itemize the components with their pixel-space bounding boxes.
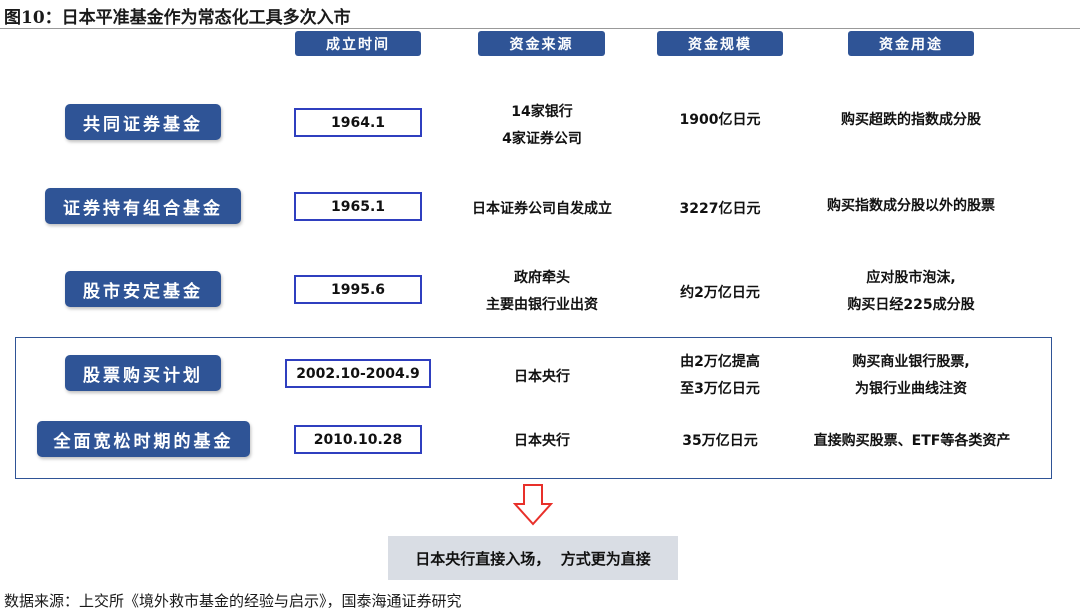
fund-usage-cell: 购买商业银行股票, 为银行业曲线注资 [800, 349, 1022, 403]
fund-scale-cell: 由2万亿提高 至3万亿日元 [620, 349, 820, 403]
fund-date-box: 1964.1 [294, 108, 422, 137]
fund-source-cell: 日本证券公司自发成立 [442, 196, 642, 223]
fund-scale-cell: 1900亿日元 [620, 107, 820, 134]
fund-source-line: 日本央行 [514, 433, 570, 449]
fund-scale-line: 1900亿日元 [679, 112, 761, 128]
fund-scale-line: 至3万亿日元 [680, 381, 760, 397]
fund-source-line: 日本证券公司自发成立 [472, 201, 612, 217]
down-arrow-icon [513, 484, 553, 526]
fund-name-pill: 股市安定基金 [65, 271, 221, 307]
fund-usage-cell: 购买超跌的指数成分股 [800, 107, 1022, 134]
fund-scale-cell: 约2万亿日元 [620, 280, 820, 307]
header-usage: 资金用途 [848, 31, 974, 56]
fund-source-line: 4家证券公司 [502, 131, 582, 147]
fund-usage-line: 购买商业银行股票, [852, 354, 970, 370]
fund-usage-cell: 直接购买股票、ETF等各类资产 [790, 428, 1034, 455]
fund-source-cell: 14家银行 4家证券公司 [442, 99, 642, 153]
header-funding-source: 资金来源 [478, 31, 605, 56]
fund-name-pill: 证券持有组合基金 [45, 188, 241, 224]
fund-usage-line: 为银行业曲线注资 [855, 381, 967, 397]
fund-usage-line: 应对股市泡沫, [866, 270, 956, 286]
fund-usage-line: 购买超跌的指数成分股 [841, 112, 981, 128]
title-divider [0, 28, 1080, 29]
header-date: 成立时间 [295, 31, 421, 56]
fund-scale-line: 约2万亿日元 [680, 285, 760, 301]
figure-source: 数据来源：上交所《境外救市基金的经验与启示》，国泰海通证券研究 [4, 592, 462, 610]
fund-usage-cell: 应对股市泡沫, 购买日经225成分股 [800, 265, 1022, 319]
fund-date-box: 1995.6 [294, 275, 422, 304]
fund-usage-line: 购买指数成分股以外的股票 [827, 198, 995, 214]
fund-name-pill: 全面宽松时期的基金 [37, 421, 250, 457]
fund-date-box: 1965.1 [294, 192, 422, 221]
fund-source-line: 14家银行 [511, 104, 573, 120]
fund-usage-cell: 购买指数成分股以外的股票 [800, 193, 1022, 220]
fund-name-pill: 股票购买计划 [65, 355, 221, 391]
header-scale: 资金规模 [657, 31, 783, 56]
fund-date-box: 2010.10.28 [294, 425, 422, 454]
fund-scale-line: 由2万亿提高 [680, 354, 760, 370]
fund-source-cell: 日本央行 [442, 428, 642, 455]
fund-source-line: 日本央行 [514, 369, 570, 385]
fund-usage-line: 购买日经225成分股 [847, 297, 975, 313]
fund-source-line: 政府牵头 [514, 270, 570, 286]
fund-source-line: 主要由银行业出资 [486, 297, 598, 313]
fund-source-cell: 日本央行 [442, 364, 642, 391]
fund-date-box: 2002.10-2004.9 [285, 359, 431, 388]
fund-scale-cell: 3227亿日元 [620, 196, 820, 223]
fund-source-cell: 政府牵头 主要由银行业出资 [442, 265, 642, 319]
conclusion-box: 日本央行直接入场， 方式更为直接 [388, 536, 678, 580]
figure-title: 图10：日本平准基金作为常态化工具多次入市 [4, 8, 351, 28]
fund-scale-line: 3227亿日元 [679, 201, 761, 217]
fund-usage-line: 直接购买股票、ETF等各类资产 [813, 433, 1011, 449]
fund-name-pill: 共同证券基金 [65, 104, 221, 140]
